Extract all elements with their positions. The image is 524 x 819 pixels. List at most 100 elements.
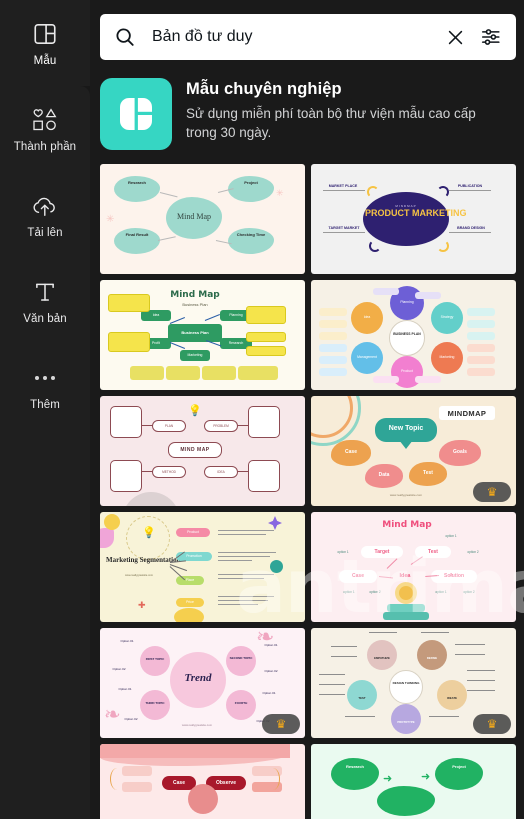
node-label: FIRST TOPIC xyxy=(145,657,165,661)
center-label: DESIGN THINKING xyxy=(392,681,420,685)
node-label: DEFINE xyxy=(426,656,438,660)
node-label: PLAN xyxy=(164,424,174,428)
canva-pro-logo-icon xyxy=(100,78,172,150)
option-label: option 1 xyxy=(343,590,355,594)
search-bar[interactable] xyxy=(100,14,516,60)
option-label: option 1 xyxy=(445,534,457,538)
node-label: Product xyxy=(187,530,199,534)
node-label: Strategy xyxy=(440,315,454,319)
node-label: FOURTH xyxy=(234,701,248,705)
node-label: Solution xyxy=(444,573,464,579)
node-label: Price xyxy=(186,600,194,604)
center-label: New Topic xyxy=(388,425,424,432)
node-label: SECOND TOPIC xyxy=(229,656,253,660)
node-label: Project xyxy=(452,764,466,769)
node-label: IDEATE xyxy=(446,696,458,700)
template-card-design-thinking[interactable]: DESIGN THINKING EMPATHIZE DEFINE IDEATE … xyxy=(311,628,516,738)
sidebar-item-elements[interactable]: Thành phần xyxy=(0,86,90,172)
node-label: Observe xyxy=(215,780,236,786)
center-label: BUSINESS PLAN xyxy=(393,332,421,336)
option-label: Option 02 xyxy=(124,717,138,721)
node-label: Idea xyxy=(363,315,371,319)
search-area xyxy=(90,0,524,60)
template-title: Marketing Segmentation xyxy=(106,556,181,564)
template-results-grid: Research Project Final Result Checking T… xyxy=(90,164,524,819)
template-card-mindmap-green-research[interactable]: Research Project ➜ ➜ xyxy=(311,744,516,819)
templates-icon xyxy=(31,20,59,48)
template-card-mindmap-pink-boxes[interactable]: PLAN PROBLEM METHOD IDEA MIND MAP 💡 xyxy=(100,396,305,506)
sidebar-item-templates[interactable]: Mẫu xyxy=(0,0,90,86)
node-label: Research xyxy=(127,180,146,185)
template-title: Trend xyxy=(184,672,212,684)
node-label: Research xyxy=(345,764,364,769)
node-label: Case xyxy=(345,449,357,455)
clear-search-icon[interactable] xyxy=(442,24,468,50)
option-label: Option 01 xyxy=(262,691,276,695)
node-label: Place xyxy=(185,578,195,582)
node-label: PROBLEM xyxy=(213,424,229,428)
node-label: Project xyxy=(244,180,258,185)
node-label: Marketing xyxy=(187,353,203,357)
option-label: Option 01 xyxy=(118,687,132,691)
sidebar-item-label: Thành phần xyxy=(13,140,77,153)
pro-crown-badge: ♛ xyxy=(473,482,511,502)
upload-cloud-icon xyxy=(31,192,59,220)
template-title: MINDMAP xyxy=(447,409,487,418)
shapes-icon xyxy=(31,106,59,134)
template-card-mindmap-pastel-blob[interactable]: Research Project Final Result Checking T… xyxy=(100,164,305,274)
template-card-mindmap-red-case-observe[interactable]: Case Observe xyxy=(100,744,305,819)
node-label: THIRD TOPIC xyxy=(145,701,165,705)
search-input[interactable] xyxy=(146,28,432,46)
template-card-business-plan-radial[interactable]: BUSINESS PLAN Planning Strategy Marketin… xyxy=(311,280,516,390)
app-root: Mẫu Thành phần Tải lên Văn bản Thêm Bản … xyxy=(0,0,524,819)
node-label: Management xyxy=(357,355,377,359)
template-card-mindmap-pink-idea[interactable]: Mind Map Target Test Case Idea Solution … xyxy=(311,512,516,622)
crown-icon: ♛ xyxy=(486,485,498,499)
pro-crown-badge: ♛ xyxy=(473,714,511,734)
template-title: MIND MAP xyxy=(180,447,210,453)
node-label: Case xyxy=(173,780,185,786)
more-dots-icon xyxy=(31,364,59,392)
node-label: Promotion xyxy=(186,554,202,558)
template-card-mindmap-clouds-newtopic[interactable]: MINDMAP New Topic Case Goals Data Test w… xyxy=(311,396,516,506)
template-card-mindmap-business-plan-green[interactable]: Mind Map Business Plan Business Plan Ide… xyxy=(100,280,305,390)
sidebar-item-uploads[interactable]: Tải lên xyxy=(0,172,90,258)
template-card-product-marketing-navy[interactable]: MINDMAP PRODUCT MARKETING MARKET PLACE P… xyxy=(311,164,516,274)
node-label: Marketing xyxy=(439,355,455,359)
footer-url: www.reallygreatsite.com xyxy=(389,493,423,497)
pro-promo-banner[interactable]: Mẫu chuyên nghiệp Sử dụng miễn phí toàn … xyxy=(90,60,524,164)
center-label: Business Plan xyxy=(181,330,209,335)
node-label: Idea xyxy=(152,313,160,317)
node-label: IDEA xyxy=(217,470,225,474)
pro-crown-badge: ♛ xyxy=(262,714,300,734)
option-label: option 2 xyxy=(467,550,479,554)
option-label: option 1 xyxy=(337,550,349,554)
template-subtitle: Business Plan xyxy=(182,302,208,307)
node-label: Data xyxy=(378,472,390,478)
sidebar-lower-group: Thành phần Tải lên Văn bản Thêm xyxy=(0,86,90,819)
node-label: Goals xyxy=(453,449,467,455)
promo-title: Mẫu chuyên nghiệp xyxy=(186,80,342,98)
node-label: BRAND DESIGN xyxy=(457,226,485,230)
option-label: Option 02 xyxy=(264,669,278,673)
node-label: Case xyxy=(352,573,364,579)
promo-subtitle: Sử dụng miễn phí toàn bộ thư viện mẫu ca… xyxy=(186,106,476,141)
node-label: PROTOTYPE xyxy=(397,720,415,724)
node-label: Checking Time xyxy=(236,232,266,237)
node-label: Test xyxy=(428,549,438,555)
node-label: Final Result xyxy=(125,232,149,237)
sidebar-item-text[interactable]: Văn bản xyxy=(0,258,90,344)
node-label: PUBLICATION xyxy=(457,184,483,188)
template-card-marketing-segmentation[interactable]: 💡 Marketing Segmentation www.reallygreat… xyxy=(100,512,305,622)
template-card-trend-watercolor[interactable]: Trend FIRST TOPIC SECOND TOPIC THIRD TOP… xyxy=(100,628,305,738)
left-sidebar: Mẫu Thành phần Tải lên Văn bản Thêm xyxy=(0,0,90,819)
crown-icon: ♛ xyxy=(486,717,498,731)
promo-text-block: Mẫu chuyên nghiệp Sử dụng miễn phí toàn … xyxy=(186,78,486,142)
node-label: MARKET PLACE xyxy=(328,184,358,188)
node-label: Planning xyxy=(400,300,414,304)
filter-sliders-icon[interactable] xyxy=(478,24,504,50)
node-label: TEST xyxy=(358,696,366,700)
footer-url: www.reallygreatsite.com xyxy=(181,723,213,727)
option-label: option 2 xyxy=(463,590,475,594)
sidebar-item-more[interactable]: Thêm xyxy=(0,344,90,430)
